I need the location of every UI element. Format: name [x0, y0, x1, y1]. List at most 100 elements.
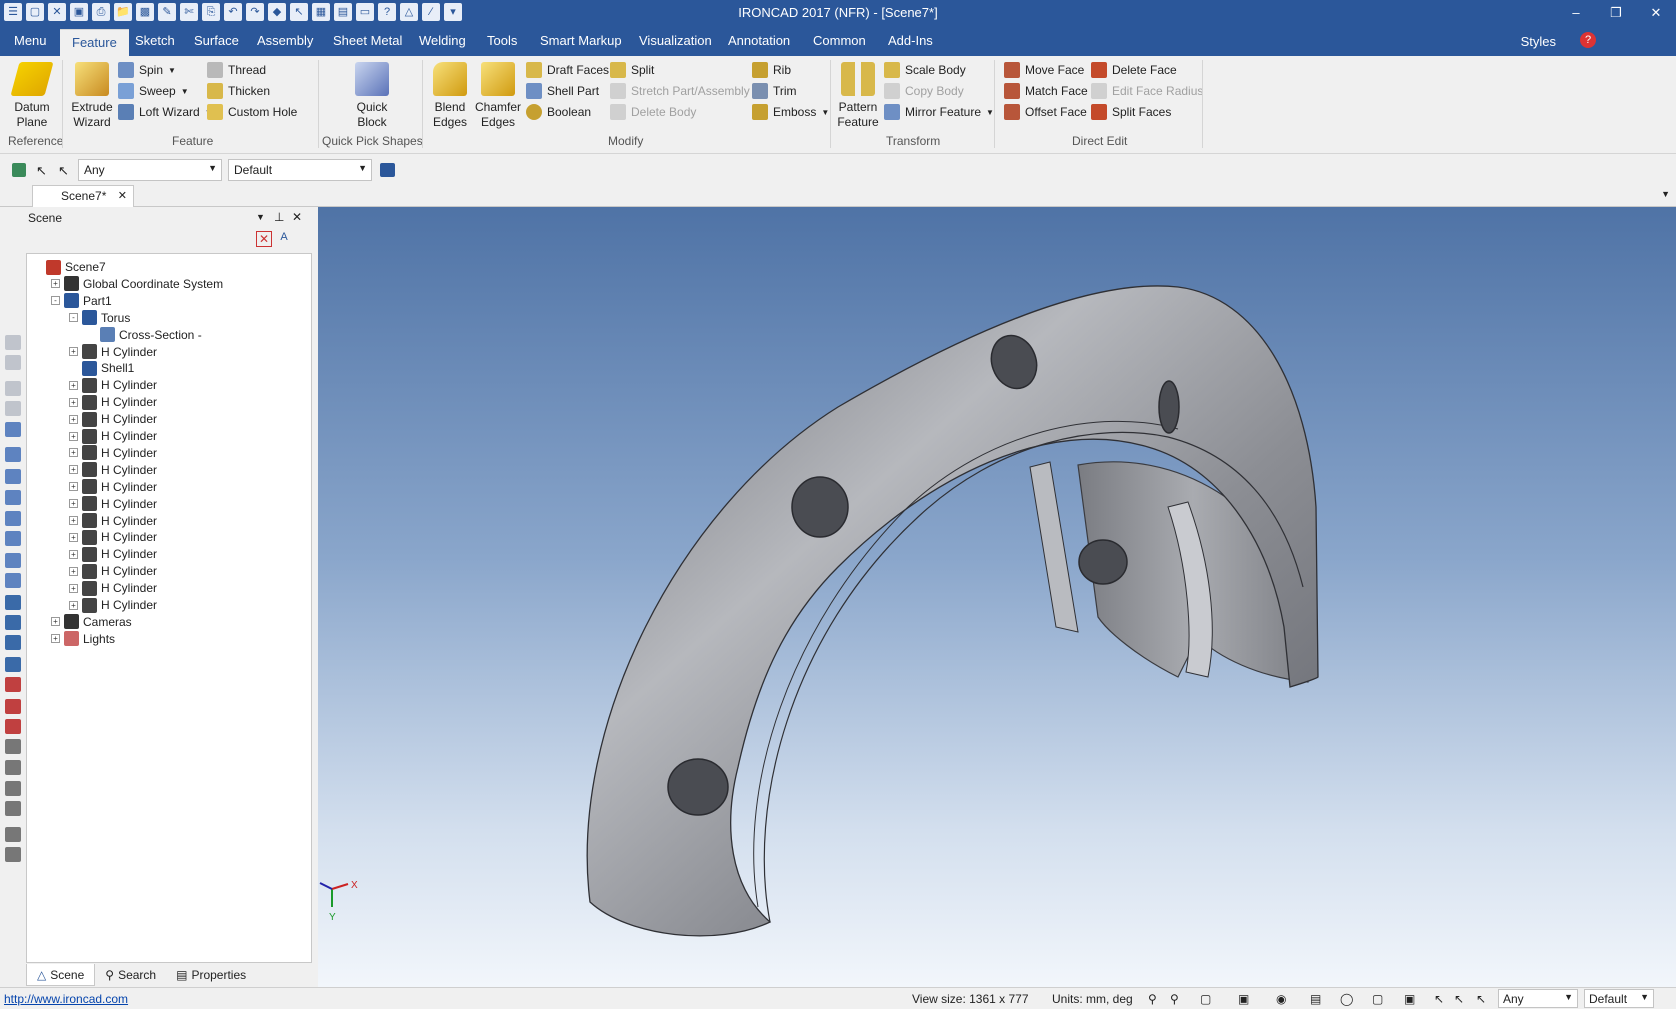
left-tool-icon[interactable]	[5, 760, 21, 775]
expand-icon[interactable]: +	[69, 583, 78, 593]
help-icon[interactable]: ?	[1580, 32, 1596, 48]
tab-properties[interactable]: ▤ Properties	[166, 964, 256, 986]
tree-node[interactable]: - Part1	[51, 292, 112, 310]
left-tool-icon[interactable]	[5, 553, 21, 568]
pointer-filter-icon[interactable]: ↖	[1476, 992, 1486, 1006]
tab-menu[interactable]: Menu	[14, 33, 47, 48]
tab-list-icon[interactable]: ▼	[1661, 189, 1670, 199]
tree-node[interactable]: + H Cylinder	[69, 495, 157, 513]
split-button[interactable]: Split	[610, 62, 654, 78]
render-mode-icon[interactable]: ▣	[1238, 992, 1249, 1006]
copy-body-button[interactable]: Copy Body	[884, 83, 964, 99]
pin-icon[interactable]: ⊥	[274, 210, 284, 224]
quick-block-button[interactable]: Quick Block	[348, 62, 396, 130]
blend-edges-button[interactable]: Blend Edges	[428, 62, 472, 130]
doc-tab-scene7[interactable]: Scene7* ✕	[32, 185, 134, 207]
custom-hole-button[interactable]: Custom Hole	[207, 104, 297, 120]
left-tool-icon[interactable]	[5, 422, 21, 437]
pointer-filter-icon[interactable]: ↖	[58, 163, 69, 179]
tree-node[interactable]: + Lights	[51, 630, 115, 648]
left-tool-icon[interactable]	[5, 469, 21, 484]
close-icon[interactable]: ✕	[1636, 0, 1676, 26]
restore-icon[interactable]: ❐	[1596, 0, 1636, 26]
3d-viewport[interactable]: X Y Z	[318, 207, 1676, 987]
tree-node[interactable]: + H Cylinder	[69, 545, 157, 563]
tree-node[interactable]: + H Cylinder	[69, 512, 157, 530]
expand-icon[interactable]: +	[69, 465, 78, 475]
left-tool-icon[interactable]	[5, 447, 21, 462]
tree-node[interactable]: + H Cylinder	[69, 427, 157, 445]
scale-body-button[interactable]: Scale Body	[884, 62, 966, 78]
tree-node[interactable]: + H Cylinder	[69, 562, 157, 580]
stretch-part-button[interactable]: Stretch Part/Assembly	[610, 83, 750, 99]
expand-icon[interactable]: +	[69, 600, 78, 610]
tree-node[interactable]: + H Cylinder	[69, 393, 157, 411]
boolean-button[interactable]: Boolean	[526, 104, 591, 120]
expand-icon[interactable]: +	[69, 347, 78, 356]
tab-smart-markup[interactable]: Smart Markup	[540, 33, 622, 48]
expand-icon[interactable]: +	[69, 566, 78, 576]
left-tool-icon[interactable]	[5, 511, 21, 526]
delete-face-button[interactable]: Delete Face	[1091, 62, 1177, 78]
close-tab-icon[interactable]: ✕	[118, 189, 127, 202]
pointer-icon[interactable]: ↖	[1454, 992, 1464, 1006]
website-link[interactable]: http://www.ironcad.com	[4, 992, 128, 1006]
left-tool-icon[interactable]	[5, 531, 21, 546]
tree-node[interactable]: + H Cylinder	[69, 410, 157, 428]
left-tool-icon[interactable]	[5, 355, 21, 370]
left-tool-icon[interactable]	[5, 699, 21, 714]
status-filter-select[interactable]: Any ▼	[1498, 989, 1578, 1008]
tab-scene[interactable]: △ Scene	[26, 964, 96, 986]
zoom-box-icon[interactable]: ⚲	[1170, 992, 1179, 1006]
tree-node[interactable]: + Cameras	[51, 613, 132, 631]
selection-filter-select[interactable]: Any ▼	[78, 159, 222, 181]
left-tool-icon[interactable]	[5, 739, 21, 754]
pointer-icon[interactable]: ↖	[36, 163, 47, 179]
shell-part-button[interactable]: Shell Part	[526, 83, 599, 99]
sweep-button[interactable]: Sweep ▼	[118, 83, 189, 99]
zoom-icon[interactable]: ⚲	[1148, 992, 1157, 1006]
tree-node[interactable]: Scene7	[33, 258, 106, 276]
tree-node[interactable]: Shell1	[69, 359, 134, 377]
edit-face-radius-button[interactable]: Edit Face Radius	[1091, 83, 1203, 99]
delete-body-button[interactable]: Delete Body	[610, 104, 696, 120]
left-tool-icon[interactable]	[5, 635, 21, 650]
minimize-icon[interactable]: –	[1556, 0, 1596, 26]
status-style-select[interactable]: Default ▼	[1584, 989, 1654, 1008]
pointer-icon[interactable]: ↖	[1434, 992, 1444, 1006]
offset-face-button[interactable]: Offset Face	[1004, 104, 1087, 120]
tree-node[interactable]: + H Cylinder	[69, 478, 157, 496]
close-panel-icon[interactable]: ✕	[292, 210, 302, 224]
tree-node[interactable]: + Global Coordinate System	[51, 275, 223, 293]
expand-icon[interactable]: +	[69, 516, 78, 525]
expand-icon[interactable]: +	[69, 482, 78, 492]
style-select[interactable]: Default ▼	[228, 159, 372, 181]
spin-button[interactable]: Spin ▼	[118, 62, 176, 78]
left-tool-icon[interactable]	[5, 847, 21, 862]
left-tool-icon[interactable]	[5, 827, 21, 842]
tab-tools[interactable]: Tools	[487, 33, 517, 48]
tree-node[interactable]: + H Cylinder	[69, 376, 157, 394]
tab-feature[interactable]: Feature	[60, 29, 129, 56]
expand-icon[interactable]: +	[51, 617, 60, 627]
split-faces-button[interactable]: Split Faces	[1091, 104, 1171, 120]
tree-node[interactable]: + H Cylinder	[69, 596, 157, 614]
expand-icon[interactable]: +	[69, 380, 78, 390]
tab-sheet-metal[interactable]: Sheet Metal	[333, 33, 402, 48]
left-tool-icon[interactable]	[5, 490, 21, 505]
styles-menu[interactable]: Styles	[1521, 34, 1556, 49]
chamfer-edges-button[interactable]: Chamfer Edges	[474, 62, 522, 130]
expand-icon[interactable]: +	[51, 634, 60, 644]
tree-node[interactable]: + H Cylinder	[69, 579, 157, 597]
tree-node[interactable]: + H Cylinder	[69, 461, 157, 479]
trim-button[interactable]: Trim	[752, 83, 797, 99]
move-face-button[interactable]: Move Face	[1004, 62, 1084, 78]
tab-annotation[interactable]: Annotation	[728, 33, 790, 48]
expand-icon[interactable]: +	[69, 431, 78, 441]
tab-sketch[interactable]: Sketch	[135, 33, 175, 48]
left-tool-icon[interactable]	[5, 381, 21, 396]
box-icon[interactable]: ▢	[1372, 992, 1383, 1006]
glasses-icon[interactable]: ◯	[1340, 992, 1353, 1006]
left-tool-icon[interactable]	[5, 401, 21, 416]
tab-welding[interactable]: Welding	[419, 33, 466, 48]
